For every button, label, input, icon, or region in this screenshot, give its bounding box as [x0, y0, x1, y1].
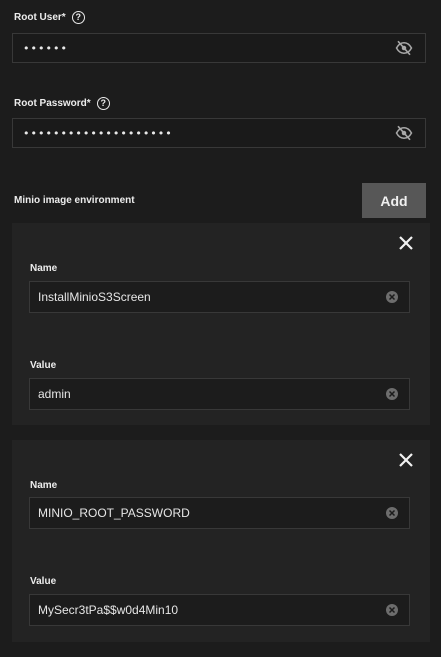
env-name-label: Name	[30, 480, 58, 491]
root-user-value: ••••••	[23, 41, 68, 55]
env-value-value: MySecr3tPa$$w0d4Min10	[38, 603, 179, 617]
add-env-button[interactable]: Add	[362, 183, 426, 218]
env-name-value: InstallMinioS3Screen	[38, 290, 151, 304]
close-icon[interactable]	[396, 233, 416, 253]
env-name-label: Name	[30, 263, 58, 274]
eye-off-icon[interactable]	[395, 124, 413, 142]
env-value-input[interactable]: admin	[29, 378, 410, 410]
env-section-title: Minio image environment	[14, 195, 135, 206]
env-name-input[interactable]: MINIO_ROOT_PASSWORD	[29, 497, 410, 529]
env-value-label: Value	[30, 576, 57, 587]
help-circle-icon[interactable]: ?	[96, 97, 110, 110]
env-value-label: Value	[30, 360, 57, 371]
env-name-value: MINIO_ROOT_PASSWORD	[38, 506, 190, 520]
clear-icon[interactable]	[386, 291, 398, 303]
eye-off-icon[interactable]	[395, 39, 413, 57]
root-user-input[interactable]: ••••••	[12, 33, 426, 63]
root-user-label-row: Root User* ?	[14, 11, 85, 24]
help-circle-icon[interactable]: ?	[71, 11, 85, 24]
clear-icon[interactable]	[386, 388, 398, 400]
env-entry-card: Name MINIO_ROOT_PASSWORD Value MySecr3tP…	[12, 440, 430, 642]
root-password-label: Root Password*	[14, 98, 91, 109]
env-value-input[interactable]: MySecr3tPa$$w0d4Min10	[29, 594, 410, 626]
env-entry-card: Name InstallMinioS3Screen Value admin	[12, 223, 430, 425]
root-password-input[interactable]: ••••••••••••••••••••	[12, 118, 426, 148]
env-name-input[interactable]: InstallMinioS3Screen	[29, 281, 410, 313]
env-value-value: admin	[38, 387, 71, 401]
clear-icon[interactable]	[386, 604, 398, 616]
clear-icon[interactable]	[386, 507, 398, 519]
root-user-label: Root User*	[14, 12, 66, 23]
root-password-label-row: Root Password* ?	[14, 97, 110, 110]
close-icon[interactable]	[396, 450, 416, 470]
root-password-value: ••••••••••••••••••••	[23, 126, 173, 140]
